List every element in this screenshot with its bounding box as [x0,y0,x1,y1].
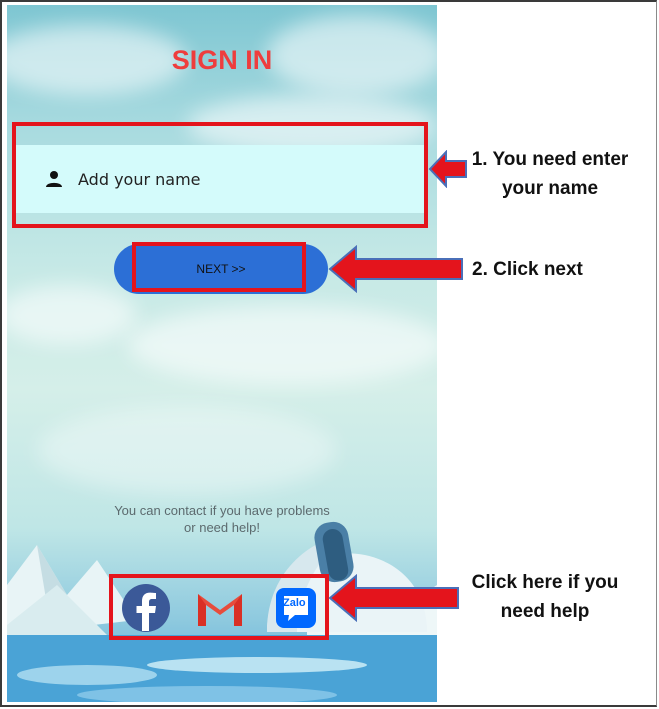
arrow-left-icon [328,245,463,293]
arrow-left-icon [328,574,459,622]
facebook-icon[interactable] [121,583,171,633]
page-title: SIGN IN [171,45,273,75]
gmail-icon[interactable] [195,588,245,628]
next-button[interactable]: NEXT >> [114,244,328,294]
cloud-decoration [127,305,437,385]
name-input[interactable] [76,168,380,190]
name-field[interactable] [14,145,428,213]
zalo-link[interactable]: Zalo [275,587,317,629]
contact-help-text: You can contact if you have problems or … [114,503,330,535]
annotation-step2: 2. Click next [472,259,583,280]
zalo-label: Zalo [283,597,306,609]
cloud-decoration [7,285,137,345]
person-icon [46,171,62,187]
annotation-help: Click here if you need help [471,572,619,622]
annotation-step1: 1. You need enter your name [471,149,629,199]
